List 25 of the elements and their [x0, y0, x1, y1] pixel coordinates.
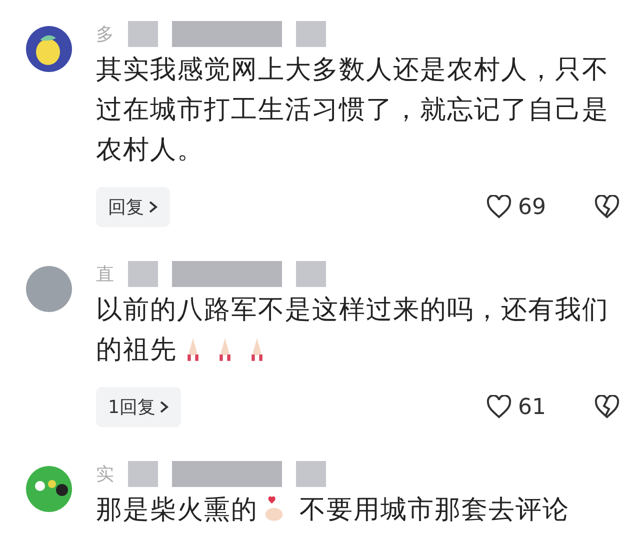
chevron-icon [148, 200, 158, 214]
blurred-block [296, 461, 326, 487]
heart-icon[interactable] [486, 395, 512, 419]
avatar-photo-placeholder[interactable] [26, 266, 72, 312]
broken-heart-icon[interactable] [594, 195, 620, 219]
blurred-block [296, 21, 326, 47]
comment-text: 那是柴火熏的 不要用城市那套去评论 [96, 494, 570, 527]
like-count: 61 [518, 394, 547, 420]
comment-text: 其实我感觉网上大多数人还是农村人，只不过在城市打工生活习惯了，就忘记了自己是农村人。 [96, 54, 610, 167]
blurred-block [128, 261, 158, 287]
like-count: 69 [518, 194, 547, 220]
username[interactable]: 多 [96, 22, 114, 46]
reply-button[interactable]: 回复 [96, 187, 170, 227]
broken-heart-icon[interactable] [594, 395, 620, 419]
lemon-avatar-icon[interactable] [26, 26, 72, 72]
blurred-block [128, 21, 158, 47]
chevron-icon [159, 400, 170, 414]
username[interactable]: 直 [96, 262, 114, 286]
reply-button[interactable]: 1回复 [96, 387, 182, 427]
blurred-block [296, 261, 326, 287]
blurred-block [128, 461, 158, 487]
heart-icon[interactable] [486, 195, 512, 219]
billiards-avatar-icon[interactable] [26, 466, 72, 512]
username[interactable]: 实 [96, 462, 114, 486]
comment-text: 以前的八路军不是这样过来的吗，还有我们的祖先 [96, 294, 610, 367]
